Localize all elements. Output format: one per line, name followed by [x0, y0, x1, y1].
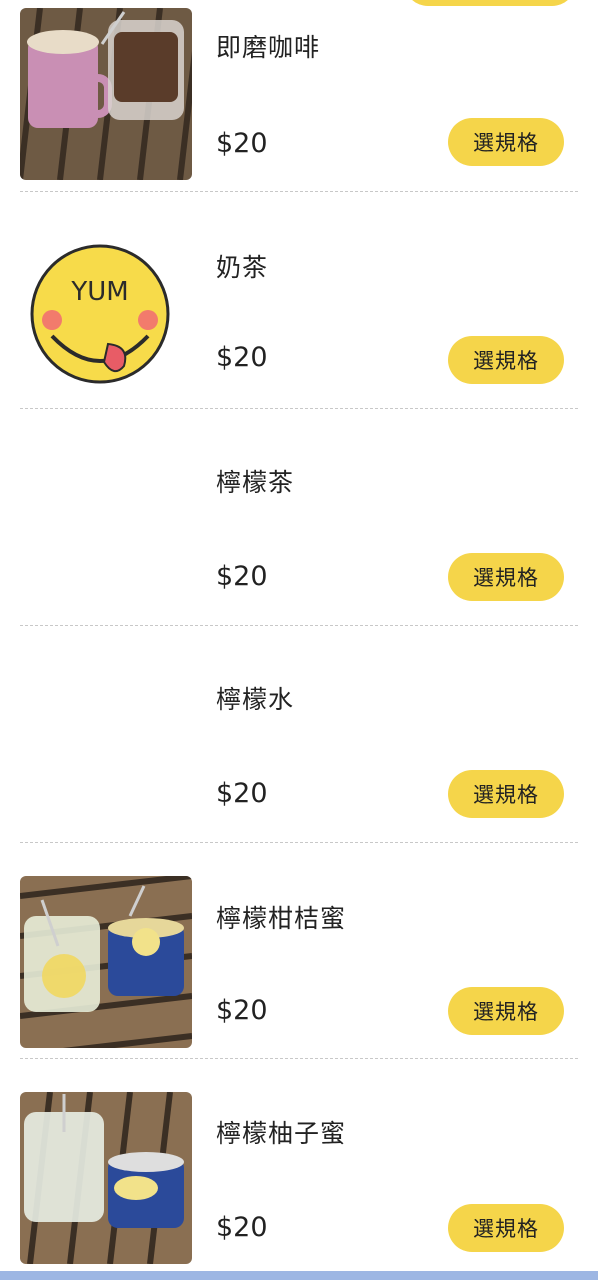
item-name: 奶茶 [216, 253, 269, 282]
item-price: $20 [216, 1212, 268, 1243]
product-photo-lemon-drinks-2[interactable] [20, 1092, 192, 1264]
yum-text: YUM [70, 277, 128, 307]
bottom-bar [0, 1271, 598, 1280]
select-spec-button[interactable]: 選規格 [448, 770, 564, 818]
item-name: 檸檬水 [216, 685, 295, 714]
menu-item: 檸檬柚子蜜 $20 選規格 [0, 1060, 598, 1276]
select-spec-button[interactable]: 選規格 [448, 336, 564, 384]
menu-item: 檸檬柑桔蜜 $20 選規格 [0, 843, 598, 1059]
menu-item: 檸檬茶 $20 選規格 [0, 409, 598, 626]
product-photo-lemon-drinks[interactable] [20, 876, 192, 1048]
select-spec-button[interactable]: 選規格 [448, 987, 564, 1035]
item-price: $20 [216, 995, 268, 1026]
item-name: 檸檬柚子蜜 [216, 1119, 347, 1148]
item-price: $20 [216, 342, 268, 373]
item-name: 檸檬茶 [216, 468, 295, 497]
divider [20, 1058, 578, 1059]
product-yum-logo[interactable]: YUM [20, 216, 192, 388]
item-name: 即磨咖啡 [216, 33, 321, 62]
item-price: $20 [216, 128, 268, 159]
item-price: $20 [216, 778, 268, 809]
product-photo-coffee[interactable] [20, 8, 192, 180]
menu-item: YUM 奶茶 $20 選規格 [0, 192, 598, 409]
select-spec-button[interactable]: 選規格 [448, 118, 564, 166]
select-spec-button[interactable]: 選規格 [448, 553, 564, 601]
select-spec-button[interactable]: 選規格 [448, 1204, 564, 1252]
menu-item: 即磨咖啡 $20 選規格 [0, 0, 598, 216]
item-name: 檸檬柑桔蜜 [216, 904, 347, 933]
menu-item: 檸檬水 $20 選規格 [0, 626, 598, 843]
item-price: $20 [216, 561, 268, 592]
